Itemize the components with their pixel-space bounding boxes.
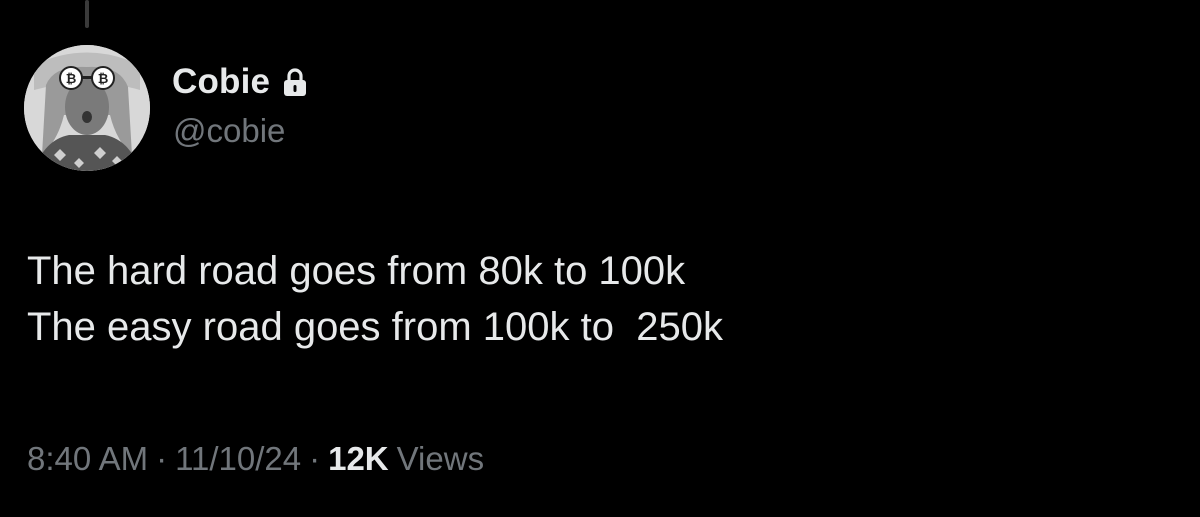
tweet-time[interactable]: 8:40 AM (27, 440, 148, 478)
tweet-meta: 8:40 AM · 11/10/24 · 12K Views (27, 440, 484, 478)
meta-separator: · (156, 440, 168, 477)
meta-separator: · (309, 440, 321, 477)
svg-text:₿: ₿ (66, 72, 77, 87)
tweet-body: The hard road goes from 80k to 100k The e… (27, 243, 723, 355)
author-handle[interactable]: @cobie (173, 112, 285, 150)
tweet-line: The easy road goes from 100k to 250k (27, 305, 723, 349)
thread-connector-line (85, 0, 89, 28)
svg-text:₿: ₿ (98, 72, 109, 87)
tweet-date[interactable]: 11/10/24 (175, 440, 301, 478)
avatar-image: ₿ ₿ (24, 45, 150, 171)
author-name-row: Cobie (172, 60, 308, 104)
views-count[interactable]: 12K (328, 440, 389, 478)
avatar[interactable]: ₿ ₿ (24, 45, 150, 171)
lock-icon (282, 67, 308, 97)
views-label[interactable]: Views (397, 440, 484, 478)
tweet-line: The hard road goes from 80k to 100k (27, 249, 686, 293)
author-display-name[interactable]: Cobie (172, 62, 270, 102)
